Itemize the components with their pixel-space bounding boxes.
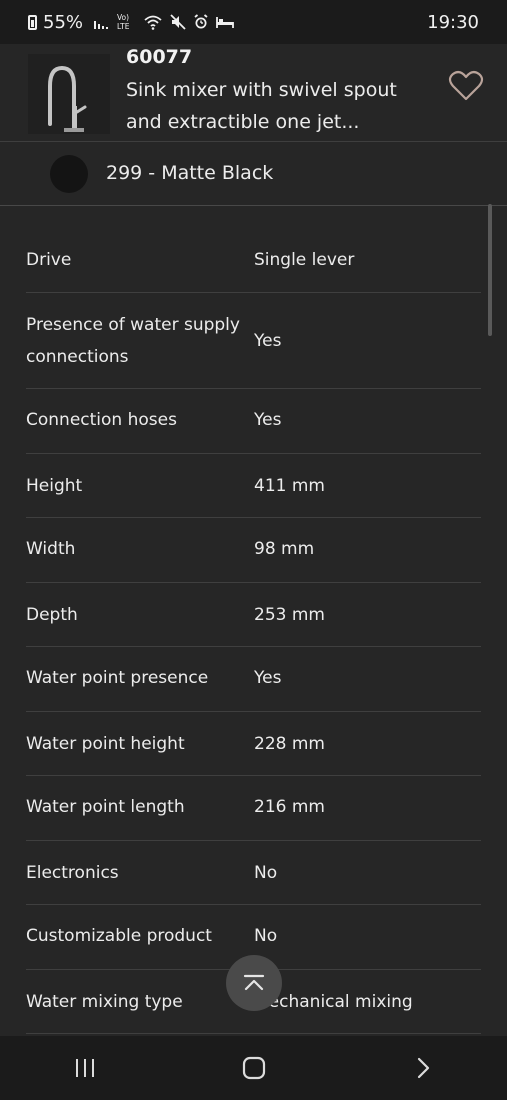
spec-value: Yes: [254, 331, 282, 351]
spec-row: Electronics No: [26, 841, 481, 905]
spec-value: No: [254, 863, 278, 883]
spec-row: Width 98 mm: [26, 518, 481, 583]
recent-apps-icon: [75, 1059, 94, 1077]
spec-value: Yes: [254, 410, 282, 430]
chevron-up-icon: [243, 974, 265, 991]
spec-row: Presence of water supply connections Yes: [26, 293, 481, 389]
spec-label: Height: [26, 476, 83, 496]
spec-value: 98 mm: [254, 539, 315, 559]
product-header: 60077 Sink mixer with swivel spout and e…: [0, 44, 507, 142]
spec-label: Depth: [26, 605, 78, 625]
volte-top-text: Vo): [117, 13, 129, 22]
color-swatch: [50, 155, 88, 193]
home-button[interactable]: [224, 1048, 284, 1088]
spec-value: Single lever: [254, 250, 355, 270]
spec-row: Water point presence Yes: [26, 647, 481, 712]
spec-label: Water point presence: [26, 668, 209, 688]
spec-label: Electronics: [26, 863, 119, 883]
home-icon: [242, 1056, 265, 1080]
spec-label: Water point height: [26, 734, 185, 754]
spec-label: Presence of water supply connections: [26, 315, 240, 367]
spec-label: Customizable product: [26, 926, 212, 946]
scrollbar-thumb[interactable]: [488, 204, 492, 336]
spec-value: No: [254, 926, 278, 946]
alarm-icon: [194, 14, 208, 29]
clock: 19:30: [427, 11, 479, 33]
bed-icon: [216, 17, 234, 28]
spec-row: Drive Single lever: [26, 207, 481, 293]
spec-label: Width: [26, 539, 76, 559]
product-thumbnail[interactable]: [28, 54, 110, 134]
variant-label: 299 - Matte Black: [106, 162, 274, 184]
spec-list[interactable]: Drive Single lever Presence of water sup…: [0, 207, 507, 1036]
wifi-icon: [144, 15, 162, 30]
favorite-button[interactable]: [448, 70, 484, 102]
faucet-image-icon: [48, 65, 87, 132]
variant-selector[interactable]: 299 - Matte Black: [0, 142, 507, 206]
battery-percentage: 55%: [43, 11, 84, 33]
spec-row: Water point height 228 mm: [26, 712, 481, 776]
spec-value: 216 mm: [254, 797, 325, 817]
scroll-to-top-button[interactable]: [226, 955, 282, 1011]
product-code: 60077: [126, 46, 193, 68]
signal-bars-icon: [94, 21, 109, 29]
spec-label: Connection hoses: [26, 410, 177, 430]
spec-row: Water point length 216 mm: [26, 776, 481, 841]
spec-value: 228 mm: [254, 734, 325, 754]
spec-value: 253 mm: [254, 605, 325, 625]
spec-label: Drive: [26, 250, 72, 270]
back-icon: [417, 1057, 429, 1079]
back-button[interactable]: [393, 1048, 453, 1088]
spec-row: Depth 253 mm: [26, 583, 481, 647]
volte-lte-icon: Vo) LTE: [117, 13, 130, 31]
battery-icon: [28, 14, 37, 30]
spec-value: Yes: [254, 668, 282, 688]
spec-row: Height 411 mm: [26, 454, 481, 518]
product-name: Sink mixer with swivel spout and extract…: [126, 79, 397, 133]
status-bar: 55% Vo) LTE 19:30: [0, 0, 507, 44]
recent-apps-button[interactable]: [55, 1048, 115, 1088]
spec-value: 411 mm: [254, 476, 325, 496]
spec-row: Connection hoses Yes: [26, 389, 481, 454]
spec-label: Water mixing type: [26, 992, 183, 1012]
volte-bottom-text: LTE: [117, 22, 130, 31]
heart-outline-icon: [448, 70, 484, 101]
system-nav-bar: [0, 1036, 507, 1100]
status-left: 55% Vo) LTE: [28, 12, 234, 33]
mute-icon: [170, 14, 186, 30]
status-icons: Vo) LTE: [93, 13, 234, 31]
spec-label: Water point length: [26, 797, 185, 817]
